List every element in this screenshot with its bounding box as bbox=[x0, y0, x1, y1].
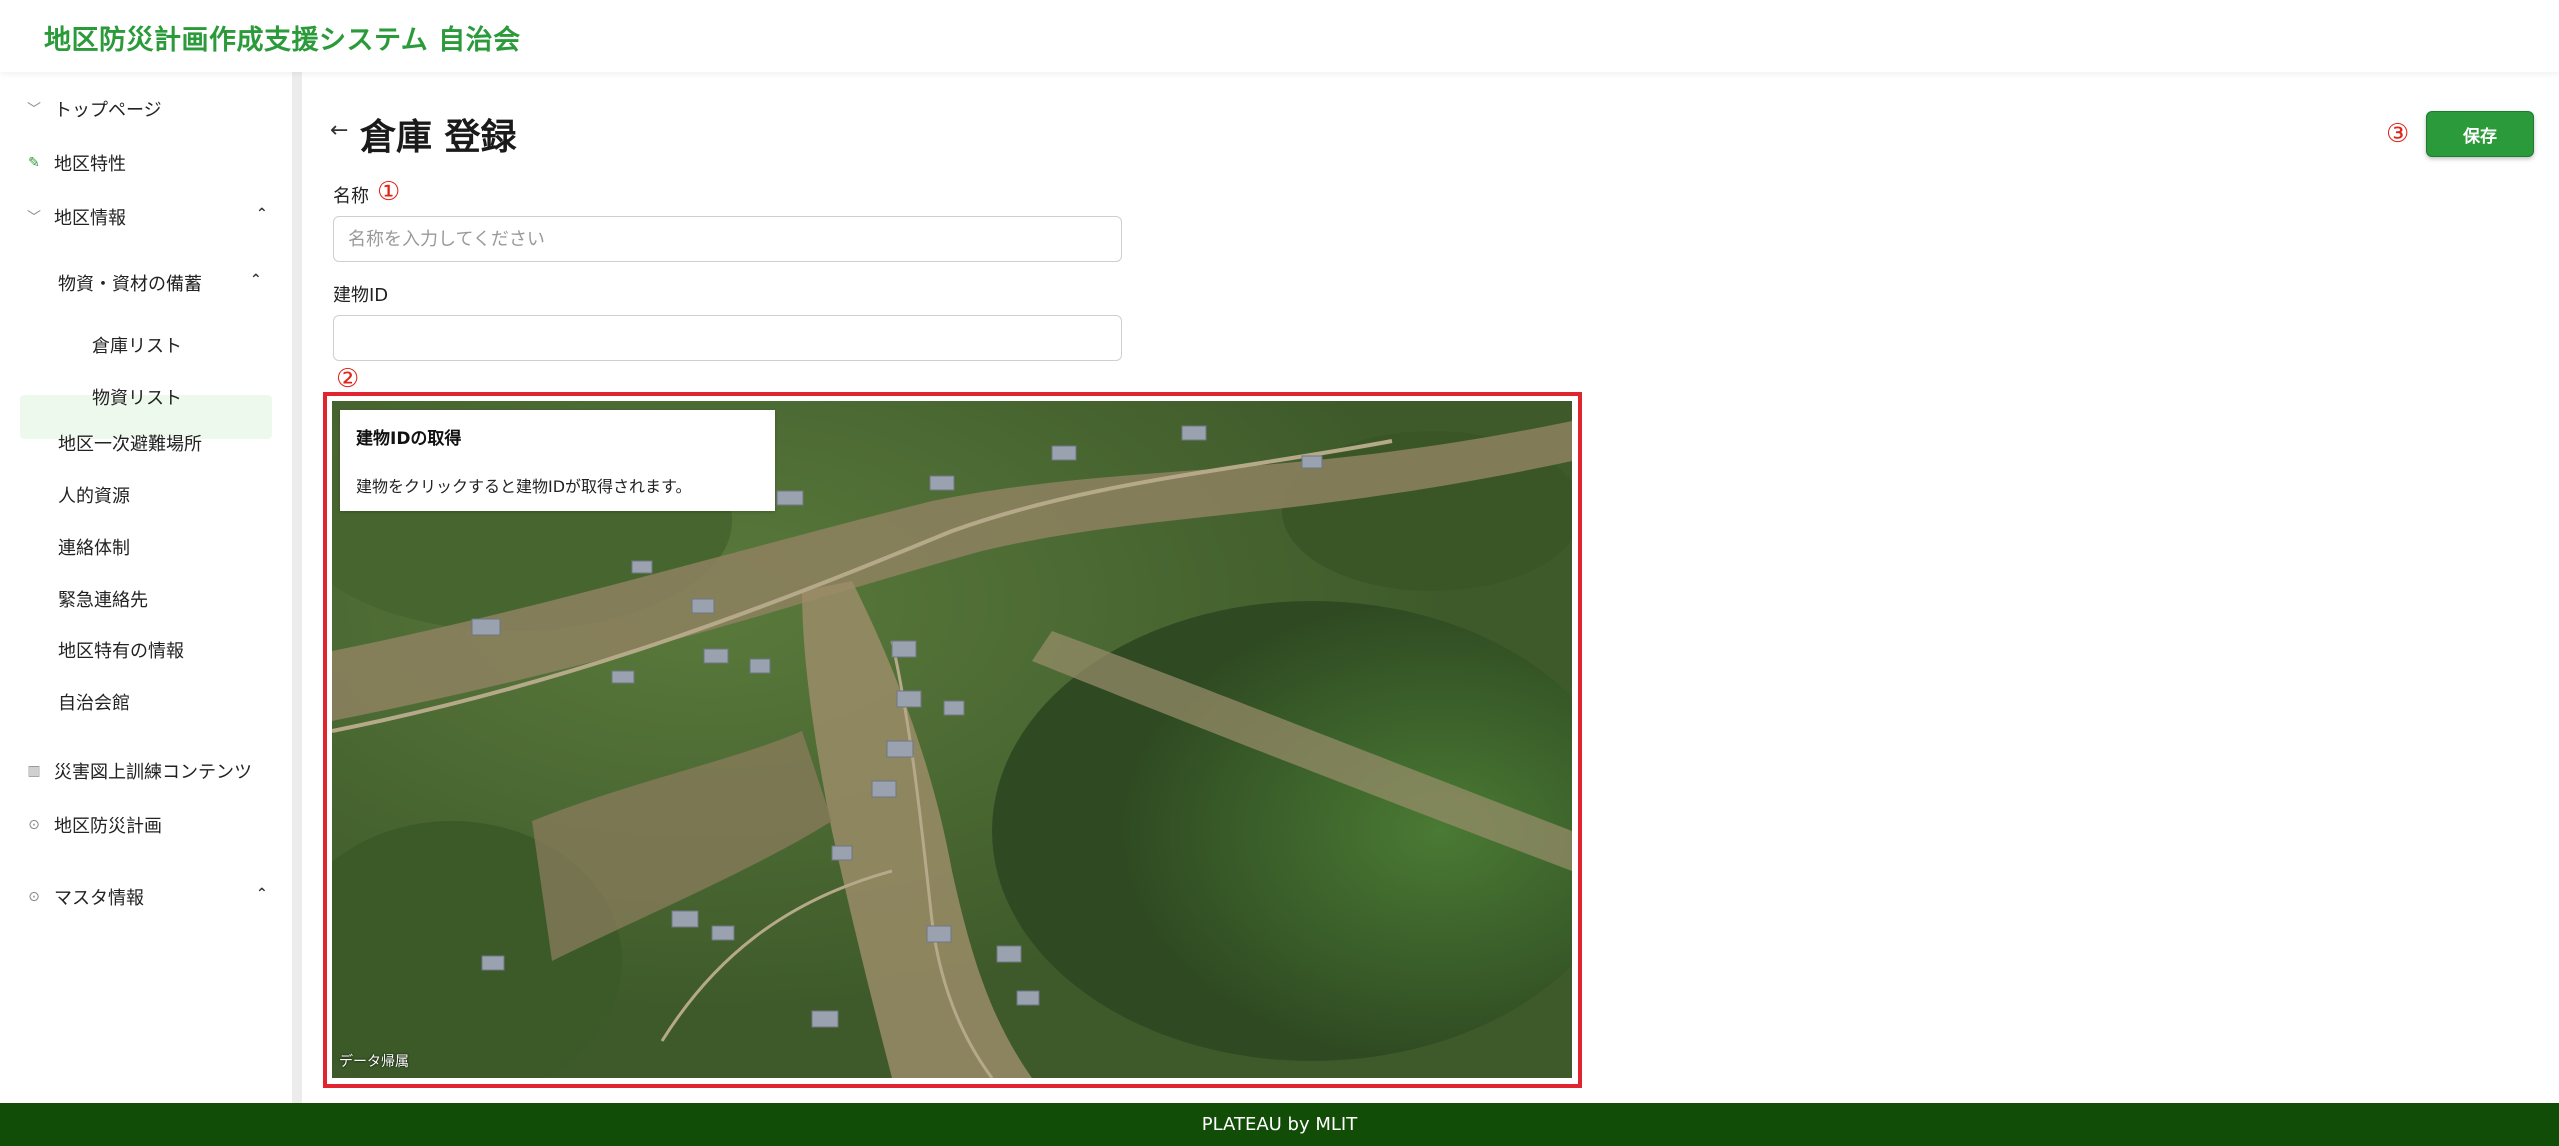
annotation-mark-2: ② bbox=[336, 364, 360, 394]
app-title[interactable]: 地区防災計画作成支援システム 自治会 bbox=[44, 18, 521, 57]
sidebar-item-label: 地区防災計画 bbox=[54, 816, 162, 837]
map-info-title: 建物IDの取得 bbox=[356, 429, 462, 449]
sidebar-scrollbar[interactable] bbox=[292, 72, 302, 1103]
sidebar-item-district-specific-info[interactable]: 地区特有の情報 bbox=[58, 637, 184, 663]
sidebar-item-label: 物資・資材の備蓄 bbox=[58, 274, 202, 295]
map-attribution[interactable]: データ帰属 bbox=[339, 1051, 409, 1071]
back-arrow-icon[interactable]: ← bbox=[330, 118, 348, 143]
collapse-caret-icon[interactable]: ⌃ bbox=[256, 886, 268, 902]
sidebar-item-label: 災害図上訓練コンテンツ bbox=[54, 762, 252, 783]
sidebar-item-human-resources[interactable]: 人的資源 bbox=[58, 482, 130, 508]
sidebar-item-emergency-contacts[interactable]: 緊急連絡先 bbox=[58, 586, 148, 612]
map-info-text: 建物をクリックすると建物IDが取得されます。 bbox=[356, 477, 692, 496]
circle-icon: ⊙ bbox=[28, 889, 40, 905]
sidebar-item-warehouse-list[interactable]: 倉庫リスト bbox=[92, 332, 182, 358]
sidebar-item-label: トップページ bbox=[54, 100, 162, 121]
annotation-mark-1: ① bbox=[377, 177, 401, 207]
annotation-mark-3: ③ bbox=[2386, 119, 2410, 149]
sidebar-item-disaster-map-training[interactable]: ▥ 災害図上訓練コンテンツ bbox=[26, 758, 252, 784]
chevron-down-icon: ﹀ bbox=[27, 102, 41, 118]
sidebar-item-supplies-list[interactable]: 物資リスト bbox=[92, 384, 182, 410]
circle-icon: ⊙ bbox=[28, 817, 40, 833]
edit-icon: ✎ bbox=[28, 155, 40, 171]
app-header: 地区防災計画作成支援システム 自治会 bbox=[0, 0, 2559, 72]
sidebar-item-label: 連絡体制 bbox=[58, 538, 130, 559]
sidebar-item-label: 地区情報 bbox=[54, 208, 126, 229]
sidebar-item-stockpile[interactable]: 物資・資材の備蓄 bbox=[58, 270, 202, 296]
sidebar-item-contact-system[interactable]: 連絡体制 bbox=[58, 534, 130, 560]
sidebar-item-top[interactable]: ﹀ トップページ bbox=[26, 96, 162, 122]
sidebar: ﹀ トップページ ✎ 地区特性 ﹀ 地区情報 ⌃ 物資・資材の備蓄 ⌃ 倉庫リス… bbox=[0, 72, 292, 1103]
save-button[interactable]: 保存 bbox=[2426, 111, 2534, 157]
sidebar-item-master-info[interactable]: ⊙ マスタ情報 bbox=[26, 884, 144, 910]
sidebar-item-label: 倉庫リスト bbox=[92, 336, 182, 357]
sidebar-item-label: 地区特性 bbox=[54, 154, 126, 175]
footer-text: PLATEAU by MLIT bbox=[1201, 1114, 1358, 1135]
sidebar-item-label: 緊急連絡先 bbox=[58, 590, 148, 611]
collapse-caret-icon[interactable]: ⌃ bbox=[256, 206, 268, 222]
sidebar-item-label: 地区特有の情報 bbox=[58, 641, 184, 662]
sidebar-item-disaster-plan[interactable]: ⊙ 地区防災計画 bbox=[26, 812, 162, 838]
sidebar-item-evacuation-site[interactable]: 地区一次避難場所 bbox=[58, 430, 202, 456]
sidebar-item-label: マスタ情報 bbox=[54, 888, 144, 909]
name-input[interactable] bbox=[333, 216, 1122, 262]
name-label: 名称 bbox=[333, 186, 369, 207]
sidebar-item-community-hall[interactable]: 自治会館 bbox=[58, 689, 130, 715]
collapse-caret-icon[interactable]: ⌃ bbox=[250, 272, 262, 288]
map-info-panel: 建物IDの取得 建物をクリックすると建物IDが取得されます。 bbox=[340, 410, 775, 511]
sidebar-item-label: 自治会館 bbox=[58, 693, 130, 714]
sidebar-item-district-info[interactable]: ﹀ 地区情報 bbox=[26, 204, 126, 230]
footer: PLATEAU by MLIT bbox=[0, 1103, 2559, 1146]
page-title: 倉庫 登録 bbox=[360, 117, 517, 158]
building-id-input[interactable] bbox=[333, 315, 1122, 361]
sidebar-item-label: 人的資源 bbox=[58, 486, 130, 507]
map-icon: ▥ bbox=[27, 763, 41, 779]
chevron-down-icon: ﹀ bbox=[27, 210, 41, 226]
building-id-label: 建物ID bbox=[333, 285, 389, 306]
sidebar-item-label: 物資リスト bbox=[92, 388, 182, 409]
sidebar-item-label: 地区一次避難場所 bbox=[58, 434, 202, 455]
sidebar-item-district-characteristics[interactable]: ✎ 地区特性 bbox=[26, 150, 126, 176]
